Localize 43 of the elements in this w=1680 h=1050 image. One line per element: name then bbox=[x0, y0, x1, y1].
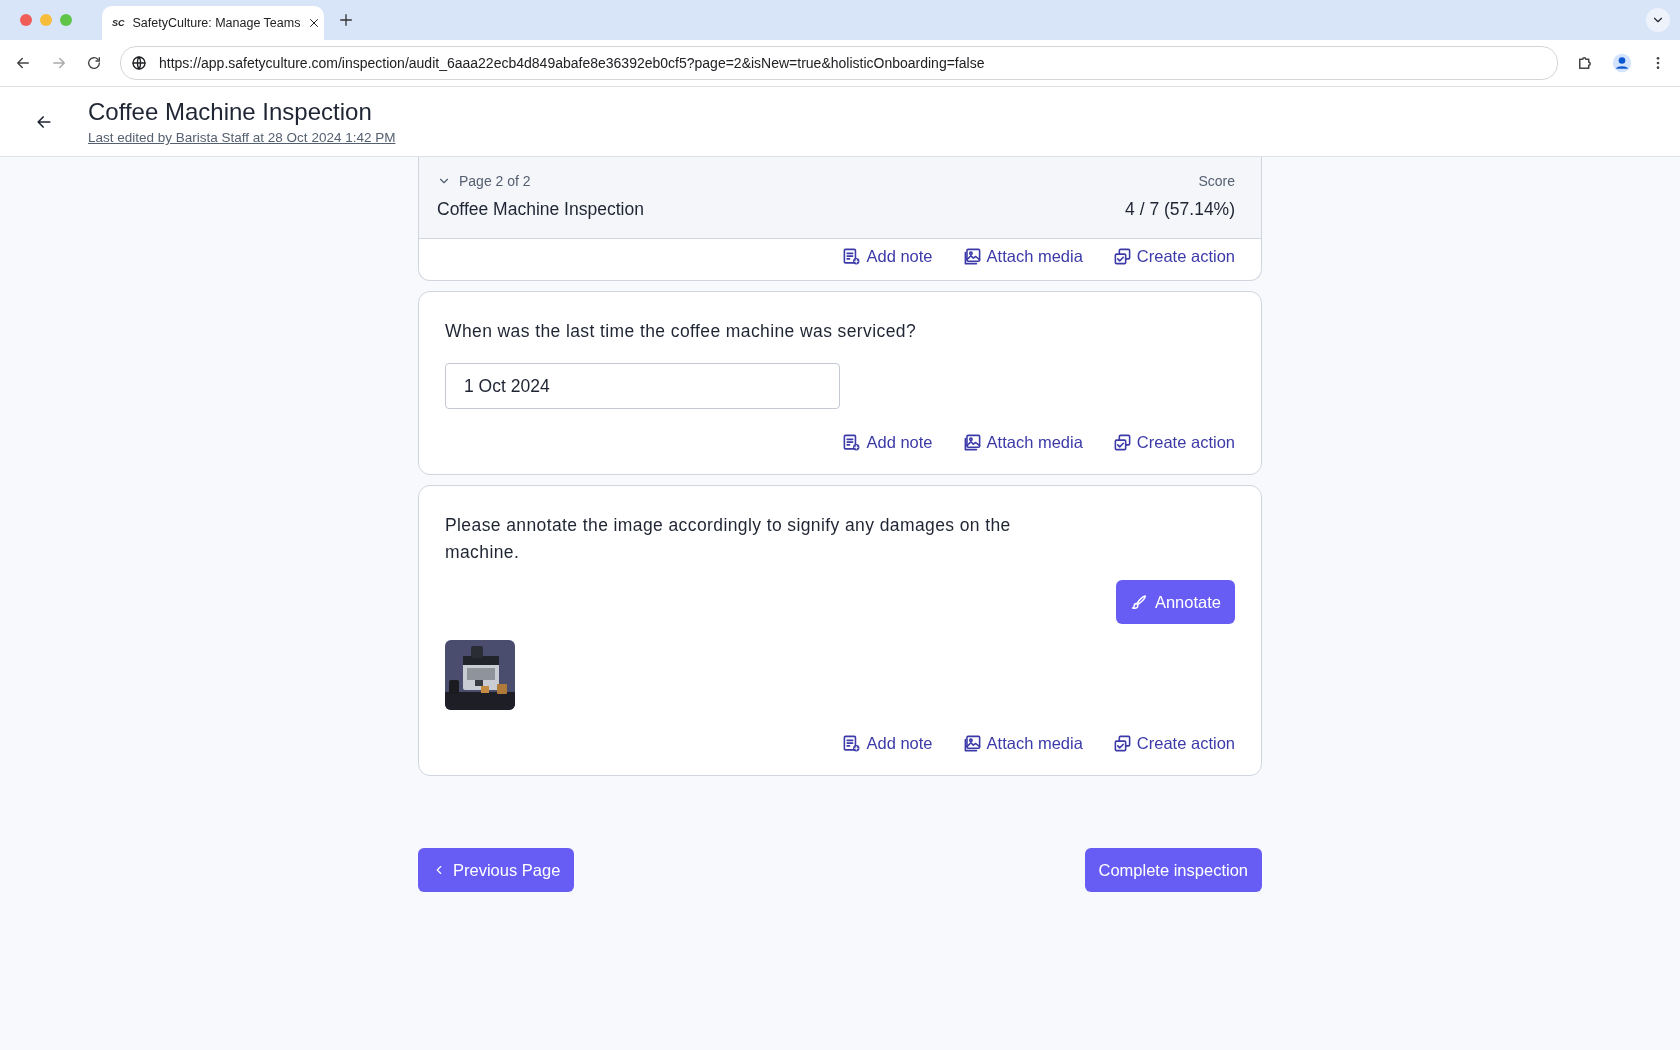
note-plus-icon bbox=[842, 247, 862, 266]
brush-icon bbox=[1129, 593, 1148, 611]
chevron-down-icon[interactable] bbox=[1646, 8, 1670, 32]
favicon-icon: SC bbox=[112, 18, 125, 28]
action-link[interactable]: Add note bbox=[842, 734, 933, 753]
close-icon[interactable] bbox=[308, 17, 321, 29]
browser-tab[interactable]: SC SafetyCulture: Manage Teams bbox=[102, 6, 324, 40]
page-title: Coffee Machine Inspection bbox=[88, 98, 373, 126]
reload-icon[interactable] bbox=[86, 55, 102, 71]
action-link[interactable]: Create action bbox=[1112, 433, 1235, 452]
last-edited-link[interactable]: Last edited by Barista Staff at 28 Oct 2024 1:42 PM bbox=[88, 130, 396, 145]
section-title: Coffee Machine Inspection bbox=[437, 199, 644, 220]
date-field[interactable]: 1 Oct 2024 bbox=[445, 363, 840, 409]
action-link[interactable]: Create action bbox=[1112, 247, 1235, 266]
note-plus-icon bbox=[842, 734, 862, 753]
address-field[interactable]: https://app.safetyculture.com/inspection/audit_6aaa22ecb4d849abafe8e36392eb0cf5?page=2&isNew=true&holisticOnboarding=false bbox=[120, 46, 1558, 80]
previous-page-button[interactable]: Previous Page bbox=[418, 848, 575, 892]
action-link[interactable]: Attach media bbox=[962, 433, 1083, 452]
action-link[interactable]: Attach media bbox=[962, 247, 1083, 266]
image-icon bbox=[962, 247, 982, 266]
profile-icon[interactable] bbox=[1612, 53, 1632, 73]
annotate-button[interactable]: Annotate bbox=[1115, 580, 1235, 624]
question-text: When was the last time the coffee machine was serviced? bbox=[445, 320, 918, 343]
site-info-icon bbox=[131, 55, 147, 71]
action-link[interactable]: Attach media bbox=[962, 734, 1083, 753]
action-link[interactable]: Create action bbox=[1112, 734, 1235, 753]
image-icon bbox=[962, 734, 982, 753]
tab-title: SafetyCulture: Manage Teams bbox=[132, 16, 301, 30]
new-tab-icon[interactable] bbox=[338, 12, 354, 28]
extensions-icon[interactable] bbox=[1576, 54, 1594, 72]
score-value: 4 / 7 (57.14%) bbox=[1125, 199, 1235, 220]
score-label: Score bbox=[1198, 173, 1235, 189]
note-plus-icon bbox=[842, 433, 862, 452]
page-toggle[interactable]: Page 2 of 2 bbox=[437, 173, 531, 189]
window-controls-icon[interactable] bbox=[20, 14, 72, 26]
checked-squares-icon bbox=[1112, 247, 1132, 266]
image-icon bbox=[962, 433, 982, 452]
action-link[interactable]: Add note bbox=[842, 247, 933, 266]
action-link[interactable]: Add note bbox=[842, 433, 933, 452]
complete-inspection-button[interactable]: Complete inspection bbox=[1084, 848, 1262, 892]
checked-squares-icon bbox=[1112, 734, 1132, 753]
question-text: Please annotate the image accordingly to signify any damages on the machine. bbox=[445, 514, 1012, 564]
checked-squares-icon bbox=[1112, 433, 1132, 452]
